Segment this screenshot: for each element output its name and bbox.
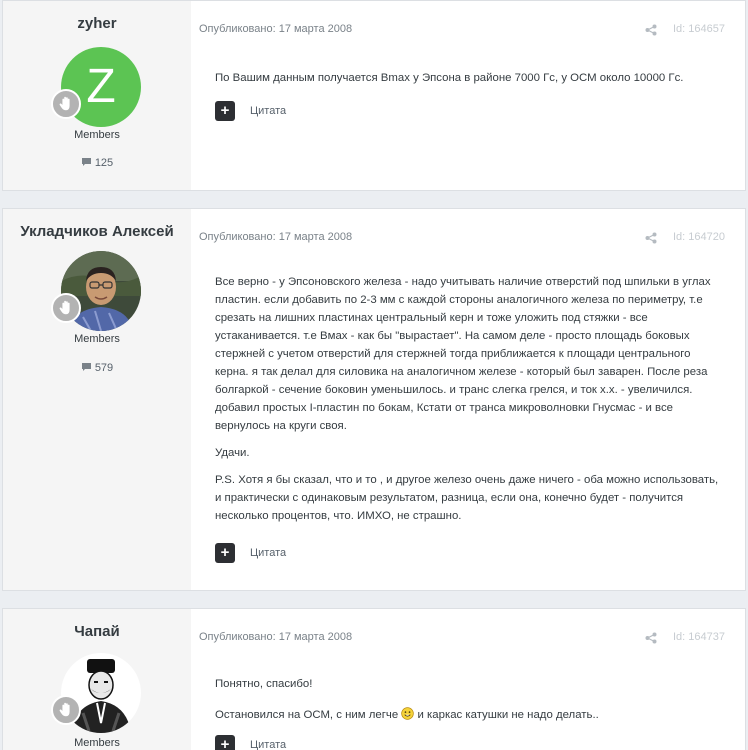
post-count: 579: [3, 362, 191, 375]
post-content: Понятно, спасибо! Остановился на ОСМ, с …: [215, 675, 727, 735]
smiley-icon: [401, 707, 415, 726]
hand-rank-icon: [51, 293, 81, 323]
avatar[interactable]: Z: [51, 47, 141, 127]
post-controls: + Цитата: [215, 543, 286, 563]
author-name[interactable]: zyher: [3, 15, 191, 32]
member-group: Members: [74, 129, 120, 141]
quote-button[interactable]: Цитата: [250, 105, 286, 117]
avatar[interactable]: [51, 653, 141, 733]
quote-button[interactable]: Цитата: [250, 739, 286, 750]
post-count-value: 125: [94, 157, 114, 169]
author-panel: zyher Z Members 125: [3, 1, 191, 190]
post-text: и каркас катушки не надо делать..: [414, 709, 599, 721]
share-icon[interactable]: [645, 631, 657, 644]
author-name[interactable]: Чапай: [3, 623, 191, 640]
multiquote-plus-button[interactable]: +: [215, 101, 235, 121]
author-panel: Укладчиков Алексей Members 579: [3, 209, 191, 590]
share-icon[interactable]: [645, 231, 657, 244]
multiquote-plus-button[interactable]: +: [215, 543, 235, 563]
post-paragraph: Понятно, спасибо!: [215, 678, 313, 690]
post-text: Остановился на ОСМ, с ним легче: [215, 709, 399, 721]
post-paragraph: Все верно - у Эпсоновского железа - надо…: [215, 276, 711, 432]
hand-rank-icon: [51, 695, 81, 725]
post-date[interactable]: Опубликовано: 17 марта 2008: [199, 23, 352, 35]
post: Укладчиков Алексей Members 579 Опубликов…: [2, 208, 746, 591]
post-date[interactable]: Опубликовано: 17 марта 2008: [199, 631, 352, 643]
comment-bubble-icon: [81, 362, 92, 375]
member-group: Members: [74, 737, 120, 749]
post-paragraph: По Вашим данным получается Bmax у Эпсона…: [215, 72, 684, 84]
post-content: По Вашим данным получается Bmax у Эпсона…: [215, 69, 727, 96]
post-paragraph: Остановился на ОСМ, с ним легче и каркас…: [215, 706, 727, 726]
post-paragraph: Удачи.: [215, 447, 250, 459]
member-group: Members: [74, 333, 120, 345]
post-date[interactable]: Опубликовано: 17 марта 2008: [199, 231, 352, 243]
post-content: Все верно - у Эпсоновского железа - надо…: [215, 273, 727, 534]
author-name[interactable]: Укладчиков Алексей: [3, 223, 191, 240]
post-count: 125: [3, 157, 191, 170]
share-icon[interactable]: [645, 23, 657, 36]
post-controls: + Цитата: [215, 735, 286, 750]
quote-button[interactable]: Цитата: [250, 547, 286, 559]
post: zyher Z Members 125 Опубликовано: 17 мар…: [2, 0, 746, 191]
post: Чапай Members Опубликовано: 17 марта 200…: [2, 608, 746, 750]
post-count-value: 579: [94, 362, 114, 374]
multiquote-plus-button[interactable]: +: [215, 735, 235, 750]
post-id: Id: 164657: [673, 23, 725, 35]
comment-bubble-icon: [81, 157, 92, 170]
author-panel: Чапай Members: [3, 609, 191, 750]
hand-rank-icon: [51, 89, 81, 119]
post-id: Id: 164720: [673, 231, 725, 243]
post-id: Id: 164737: [673, 631, 725, 643]
post-controls: + Цитата: [215, 101, 286, 121]
avatar[interactable]: [51, 251, 141, 331]
post-paragraph: P.S. Хотя я бы сказал, что и то , и друг…: [215, 474, 719, 522]
